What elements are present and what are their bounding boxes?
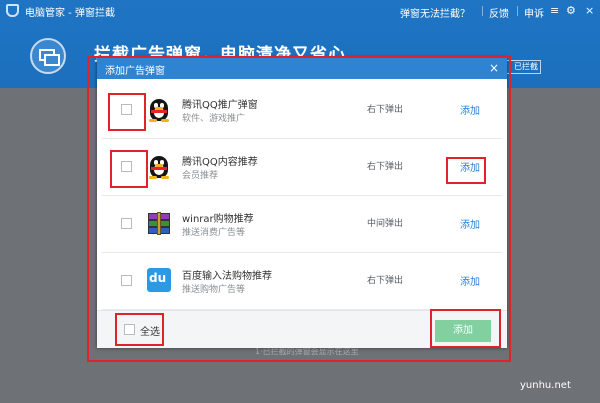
highlight-frame-add-button bbox=[430, 309, 501, 348]
title-bar: 电脑管家 - 弹窗拦截 弹窗无法拦截？ 反馈 申诉 ≡ ⚙ × bbox=[0, 0, 600, 22]
watermark-text: yunhu.net bbox=[520, 380, 571, 391]
popup-window-icon bbox=[30, 38, 66, 74]
highlight-frame-select-all bbox=[115, 313, 164, 346]
close-icon[interactable]: × bbox=[585, 4, 594, 18]
settings-gear-icon[interactable]: ⚙ bbox=[566, 4, 576, 18]
highlight-frame-add-link bbox=[446, 157, 486, 184]
divider bbox=[482, 6, 483, 16]
highlight-frame-checkbox bbox=[108, 93, 146, 131]
pc-manager-logo-icon bbox=[6, 4, 19, 17]
feedback-link[interactable]: 反馈 bbox=[489, 5, 509, 20]
divider bbox=[517, 6, 518, 16]
menu-icon[interactable]: ≡ bbox=[550, 4, 559, 18]
highlight-frame-checkbox bbox=[110, 150, 148, 188]
report-link[interactable]: 申诉 bbox=[524, 5, 544, 20]
cant-intercept-link[interactable]: 弹窗无法拦截？ bbox=[400, 5, 470, 20]
app-title: 电脑管家 - 弹窗拦截 bbox=[25, 8, 115, 19]
